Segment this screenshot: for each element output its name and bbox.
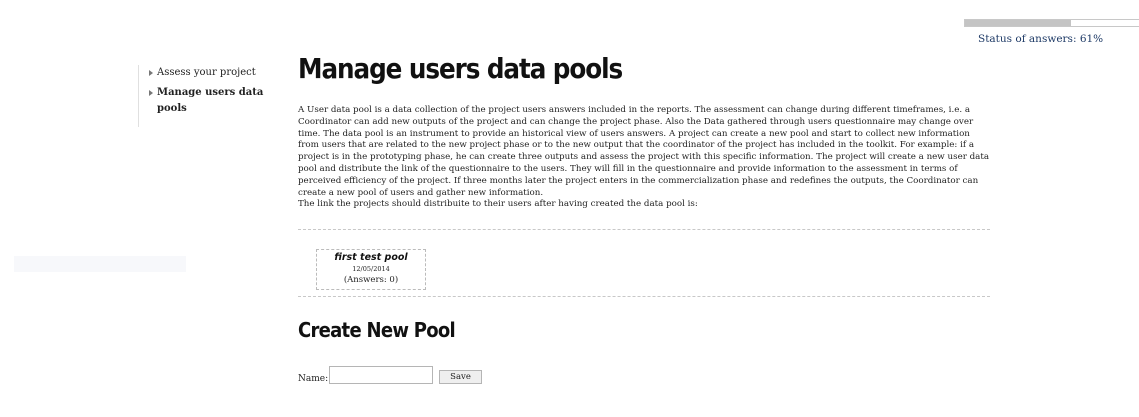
name-label: Name: — [298, 374, 329, 385]
pool-list: first test pool 12/05/2014 (Answers: 0) — [298, 230, 990, 296]
sidebar-nav: Assess your project Manage users data po… — [138, 65, 267, 127]
answers-progress-bar — [964, 19, 1139, 27]
create-pool-form: Name: Save — [298, 366, 990, 385]
pool-name-input[interactable] — [329, 366, 434, 385]
create-pool-title: Create New Pool — [298, 318, 456, 343]
pool-name: first test pool — [334, 252, 408, 264]
triangle-right-icon — [149, 70, 153, 76]
pool-card[interactable]: first test pool 12/05/2014 (Answers: 0) — [316, 249, 426, 291]
pool-answers-count: (Answers: 0) — [343, 275, 399, 286]
sidebar-item-label: Assess your project — [157, 67, 256, 78]
answers-status: Status of answers: 61% — [964, 19, 1139, 45]
triangle-right-icon — [149, 90, 153, 96]
main-content: Manage users data pools A User data pool… — [298, 52, 990, 385]
pool-date: 12/05/2014 — [352, 265, 390, 274]
save-button[interactable]: Save — [439, 370, 482, 385]
divider — [298, 296, 990, 298]
sidebar-item-label: Manage users data pools — [157, 87, 264, 114]
description-paragraph: A User data pool is a data collection of… — [298, 105, 990, 198]
sidebar-item-assess-project[interactable]: Assess your project — [149, 65, 267, 81]
answers-status-label: Status of answers: 61% — [978, 33, 1104, 45]
pool-description: A User data pool is a data collection of… — [298, 105, 990, 211]
sidebar-item-manage-pools[interactable]: Manage users data pools — [149, 85, 267, 117]
description-link-note: The link the projects should distribuite… — [298, 199, 698, 210]
faint-sidebar-bar — [14, 256, 186, 272]
page-title: Manage users data pools — [298, 52, 623, 85]
answers-progress-fill — [965, 20, 1072, 26]
